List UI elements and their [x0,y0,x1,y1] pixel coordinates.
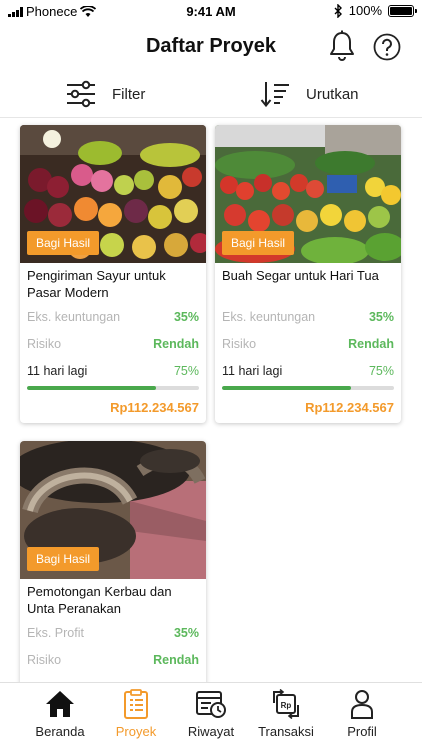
project-title: Buah Segar untuk Hari Tua [222,268,379,283]
funding-amount: Rp112.234.567 [110,400,199,415]
svg-text:Rp: Rp [281,701,292,710]
nav-proyek[interactable]: Proyek [96,689,176,739]
profit-sharing-badge: Bagi Hasil [222,231,295,255]
profit-row: Eks. Profit 35% [20,619,206,646]
filter-button[interactable]: Filter [66,80,145,108]
risk-row: Risiko Rendah [215,330,401,357]
project-title: Pengiriman Sayur untuk Pasar Modern [27,268,166,300]
nav-riwayat[interactable]: Riwayat [171,689,251,739]
project-list-icon [124,689,148,719]
status-bar: Phonece 9:41 AM 100% [0,0,422,22]
home-icon [46,691,74,717]
deadline-row: 11 hari lagi 75% [215,357,401,384]
profit-label: Eks. keuntungan [222,309,316,324]
profit-value: 35% [368,309,394,324]
profit-sharing-badge: Bagi Hasil [27,231,100,255]
risk-row: Risiko Rendah [20,646,206,673]
battery-icon [388,4,417,17]
bluetooth-icon [334,3,342,18]
deadline-row: 11 hari lagi 75% [20,357,206,384]
profit-sharing-badge: Bagi Hasil [27,547,100,571]
nav-transaksi[interactable]: Rp Transaksi [246,689,326,739]
transaction-icon: Rp [273,689,299,719]
nav-label: Proyek [115,724,157,739]
nav-profil[interactable]: Profil [322,689,402,739]
project-image-buffalo: Bagi Hasil [20,441,206,579]
days-left: 11 hari lagi [27,363,88,378]
risk-value: Rendah [348,336,394,351]
nav-beranda[interactable]: Beranda [20,689,100,739]
project-card[interactable]: Bagi Hasil Buah Segar untuk Hari Tua Eks… [215,125,401,423]
profit-row: Eks. keuntungan 35% [20,303,206,330]
profile-icon [351,690,373,719]
help-icon[interactable] [373,33,401,61]
sliders-icon [67,80,95,108]
nav-label: Beranda [35,724,85,739]
profit-label: Eks. keuntungan [27,309,121,324]
bell-icon[interactable] [328,30,356,62]
progress-percent: 75% [368,363,394,378]
nav-label: Riwayat [187,724,235,739]
risk-value: Rendah [153,336,199,351]
battery-percent: 100% [348,3,382,18]
profit-value: 35% [173,625,199,640]
risk-row: Risiko Rendah [20,330,206,357]
risk-label: Risiko [27,336,62,351]
project-image-vegetables: Bagi Hasil [20,125,206,263]
profit-value: 35% [173,309,199,324]
profit-row: Eks. keuntungan 35% [215,303,401,330]
status-right: 100% [334,3,417,18]
profit-label: Eks. Profit [27,625,84,640]
nav-label: Profil [347,724,377,739]
risk-value: Rendah [153,652,199,667]
history-icon [196,691,226,718]
page-title: Daftar Proyek [145,35,277,57]
days-left: 11 hari lagi [222,363,283,378]
filter-sort-bar: Filter Urutkan [0,74,422,118]
project-title: Pemotongan Kerbau dan Unta Peranakan [27,584,172,616]
nav-label: Transaksi [258,724,314,739]
project-image-fruits: Bagi Hasil [215,125,401,263]
app-header: Daftar Proyek [0,26,422,70]
sort-button[interactable]: Urutkan [260,80,359,108]
risk-label: Risiko [27,652,62,667]
filter-label: Filter [112,85,146,103]
sort-icon [260,82,289,108]
risk-label: Risiko [222,336,257,351]
sort-label: Urutkan [306,85,359,103]
bottom-navigation: Beranda Proyek Riwayat Rp Transaksi Prof… [0,682,422,750]
project-card[interactable]: Bagi Hasil Pemotongan Kerbau dan Unta Pe… [20,441,206,701]
progress-percent: 75% [173,363,199,378]
funding-amount: Rp112.234.567 [305,400,394,415]
project-card[interactable]: Bagi Hasil Pengiriman Sayur untuk Pasar … [20,125,206,423]
